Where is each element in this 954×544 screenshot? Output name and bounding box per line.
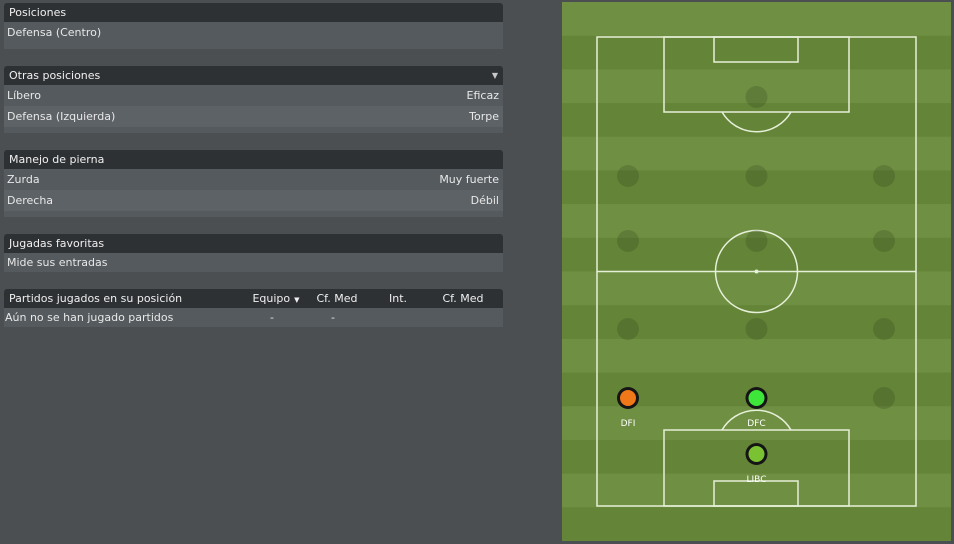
foot-label: Zurda [7,173,40,186]
foot-panel: Manejo de pierna Zurda Muy fuerte Derech… [4,150,503,217]
player-position-label: DFC [747,419,765,429]
favorite-move-value: Mide sus entradas [7,256,108,269]
dropdown-caret-icon[interactable]: ▼ [492,66,498,85]
player-position-label: DFI [621,419,636,429]
sort-desc-icon: ▼ [294,296,300,304]
empty-slot[interactable] [617,318,639,340]
other-positions-title: Otras posiciones [9,69,101,82]
matches-avg-value: - [331,311,335,324]
column-avg-rating[interactable]: Cf. Med [306,289,368,308]
empty-slot[interactable] [617,165,639,187]
column-avg-rating-2[interactable]: Cf. Med [428,289,498,308]
panel-filler [4,211,503,217]
panel-filler [4,43,503,49]
matches-table-header: Partidos jugados en su posición Equipo ▼ … [4,289,503,308]
primary-position-value: Defensa (Centro) [7,26,102,39]
foot-header: Manejo de pierna [4,150,503,169]
panel-filler [4,127,503,133]
foot-label: Derecha [7,194,54,207]
matches-panel: Partidos jugados en su posición Equipo ▼ … [4,289,503,327]
tactics-pitch: DFI DFC LIBC [562,2,951,542]
foot-rating: Débil [470,194,499,207]
pitch-drawing: DFI DFC LIBC [562,2,951,542]
other-positions-panel: Otras posiciones ▼ Líbero Eficaz Defensa… [4,66,503,133]
foot-rating: Muy fuerte [439,173,499,186]
center-spot [754,269,759,274]
matches-team-value: - [270,311,274,324]
grass-stripe [562,2,951,37]
favorite-move-row: Mide sus entradas [4,253,503,272]
other-position-rating: Torpe [469,110,499,123]
empty-slot[interactable] [745,165,768,187]
marker-dot [748,390,765,406]
primary-position-row: Defensa (Centro) [4,22,503,43]
player-position-label: LIBC [747,475,767,485]
other-position-rating: Eficaz [466,89,499,102]
other-position-row: Líbero Eficaz [4,85,503,106]
foot-row: Zurda Muy fuerte [4,169,503,190]
column-position-matches[interactable]: Partidos jugados en su posición [9,289,246,308]
favorite-moves-header: Jugadas favoritas [4,234,503,253]
other-position-row: Defensa (Izquierda) Torpe [4,106,503,127]
positions-header: Posiciones [4,3,503,22]
empty-slot[interactable] [745,318,768,340]
grass-stripe [562,271,951,306]
other-position-label: Defensa (Izquierda) [7,110,116,123]
grass-stripe [562,338,951,374]
column-int[interactable]: Int. [368,289,428,308]
empty-slot[interactable] [617,230,639,252]
marker-dot [620,390,636,406]
empty-slot[interactable] [745,230,768,252]
empty-slot[interactable] [873,387,895,409]
grass-stripe [562,35,951,70]
column-team[interactable]: Equipo ▼ [246,289,306,308]
table-row: Aún no se han jugado partidos - - [4,308,503,327]
matches-empty-label: Aún no se han jugado partidos [5,311,174,324]
column-team-label: Equipo [252,292,291,305]
empty-slot[interactable] [873,318,895,340]
empty-slot[interactable] [873,230,895,252]
favorite-moves-panel: Jugadas favoritas Mide sus entradas [4,234,503,272]
position-info-column: Posiciones Defensa (Centro) Otras posici… [4,3,503,344]
matches-int-value [364,308,424,327]
marker-dot [748,446,765,462]
grass-stripe [562,507,951,542]
other-position-label: Líbero [7,89,41,102]
matches-avg2-value [424,308,494,327]
other-positions-header[interactable]: Otras posiciones ▼ [4,66,503,85]
foot-row: Derecha Débil [4,190,503,211]
empty-slot[interactable] [873,165,895,187]
empty-slot[interactable] [745,86,768,108]
positions-panel: Posiciones Defensa (Centro) [4,3,503,49]
